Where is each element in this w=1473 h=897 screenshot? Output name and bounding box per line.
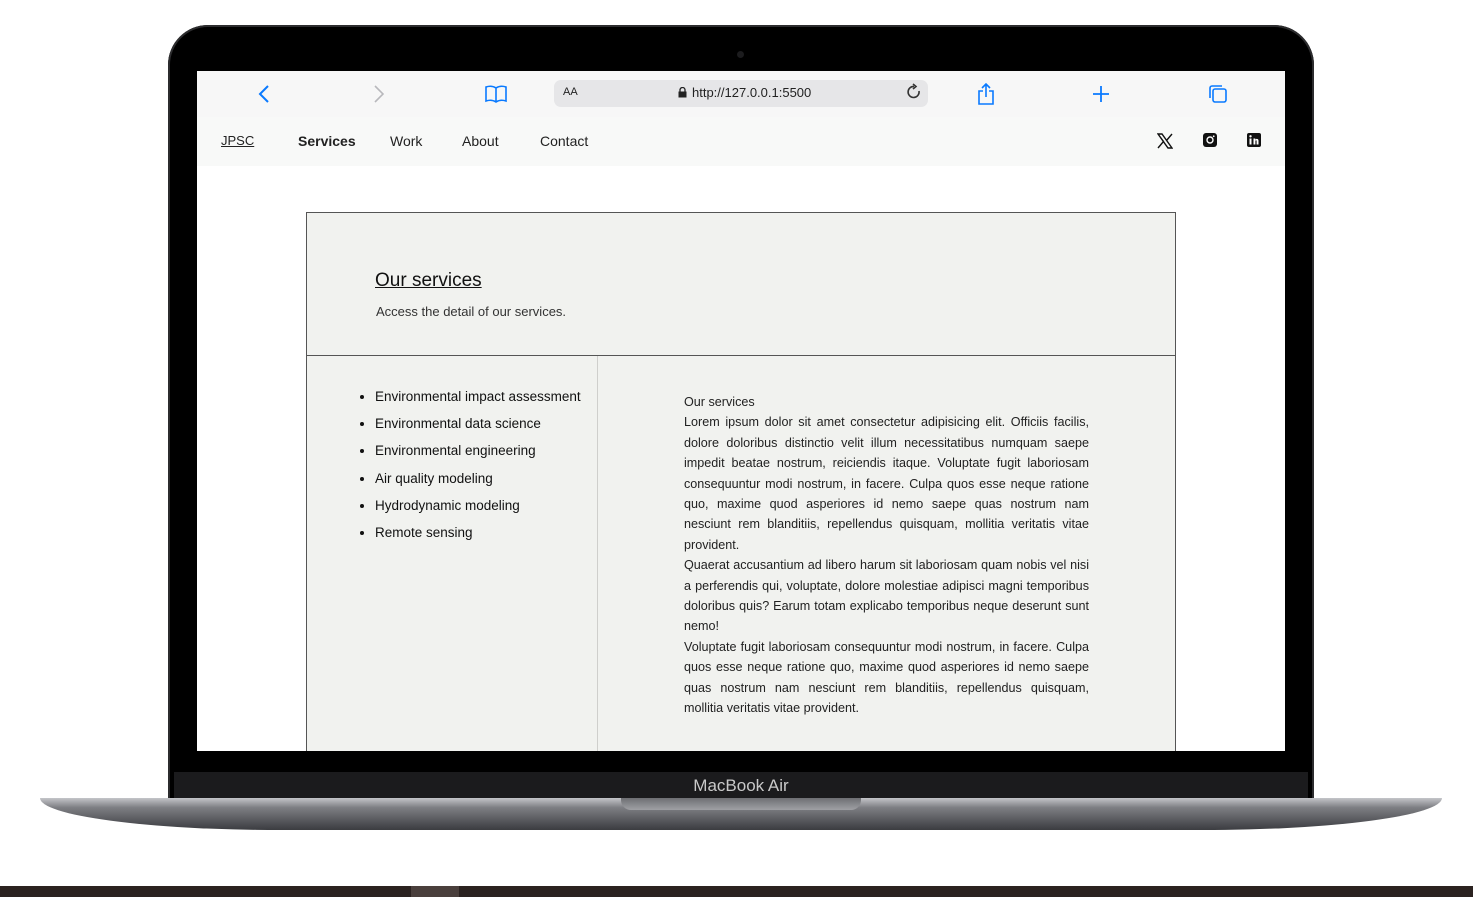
- linkedin-link[interactable]: [1247, 133, 1263, 149]
- taskbar-active-item[interactable]: [411, 886, 459, 897]
- detail-paragraph: Voluptate fugit laboriosam consequuntur …: [684, 639, 1089, 716]
- service-item[interactable]: Air quality modeling: [375, 469, 581, 496]
- services-list: Environmental impact assessment Environm…: [359, 387, 581, 550]
- device-label: MacBook Air: [693, 776, 789, 795]
- service-item[interactable]: Environmental data science: [375, 414, 581, 441]
- page-subtitle: Access the detail of our services.: [376, 304, 567, 319]
- os-taskbar: [0, 886, 1473, 897]
- x-link[interactable]: [1156, 133, 1174, 149]
- instagram-link[interactable]: [1203, 133, 1219, 149]
- services-header: Our services Access the detail of our se…: [307, 213, 1175, 356]
- nav-work[interactable]: Work: [390, 133, 422, 149]
- detail-paragraph: Lorem ipsum dolor sit amet consectetur a…: [684, 415, 1089, 552]
- detail-paragraph: Quaerat accusantium ad libero harum sit …: [684, 558, 1089, 634]
- nav-services[interactable]: Services: [298, 133, 356, 149]
- x-icon: [1156, 133, 1174, 149]
- service-item[interactable]: Remote sensing: [375, 523, 581, 550]
- reload-icon: [907, 83, 920, 99]
- forward-button[interactable]: [367, 79, 391, 109]
- detail-heading: Our services: [684, 395, 755, 409]
- book-icon: [485, 85, 507, 103]
- address-bar[interactable]: AA http://127.0.0.1:5500: [554, 80, 928, 107]
- new-tab-button[interactable]: [1090, 79, 1112, 109]
- camera: [737, 51, 744, 58]
- url-text: http://127.0.0.1:5500: [692, 85, 812, 100]
- nav-contact[interactable]: Contact: [540, 133, 588, 149]
- share-button[interactable]: [975, 79, 997, 109]
- instagram-icon: [1203, 133, 1217, 147]
- plus-icon: [1093, 86, 1109, 102]
- column-divider: [597, 356, 598, 751]
- chevron-right-icon: [374, 85, 385, 103]
- brand-link[interactable]: JPSC: [221, 133, 254, 148]
- service-item[interactable]: Environmental impact assessment: [375, 387, 581, 414]
- text-size-button[interactable]: AA: [563, 86, 578, 98]
- reload-button[interactable]: [906, 83, 922, 106]
- share-icon: [978, 83, 994, 105]
- tabs-button[interactable]: [1207, 79, 1229, 109]
- service-detail: Our services Lorem ipsum dolor sit amet …: [684, 392, 1089, 719]
- chevron-left-icon: [258, 85, 269, 103]
- browser-toolbar: AA http://127.0.0.1:5500: [197, 71, 1285, 117]
- lock-icon: [678, 87, 687, 98]
- services-card: Our services Access the detail of our se…: [306, 212, 1176, 751]
- back-button[interactable]: [252, 79, 276, 109]
- linkedin-icon: [1247, 133, 1261, 147]
- site-navbar: JPSC Services Work About Contact: [197, 117, 1285, 166]
- url-display[interactable]: http://127.0.0.1:5500: [678, 85, 811, 100]
- tabs-icon: [1209, 85, 1227, 103]
- page-title: Our services: [375, 270, 482, 291]
- nav-about[interactable]: About: [462, 133, 499, 149]
- laptop-chin: MacBook Air: [174, 772, 1308, 800]
- laptop-notch: [621, 798, 861, 810]
- bookmarks-button[interactable]: [483, 79, 509, 109]
- browser-screen: AA http://127.0.0.1:5500 JPSC Services W…: [197, 71, 1285, 751]
- service-item[interactable]: Hydrodynamic modeling: [375, 496, 581, 523]
- service-item[interactable]: Environmental engineering: [375, 441, 581, 468]
